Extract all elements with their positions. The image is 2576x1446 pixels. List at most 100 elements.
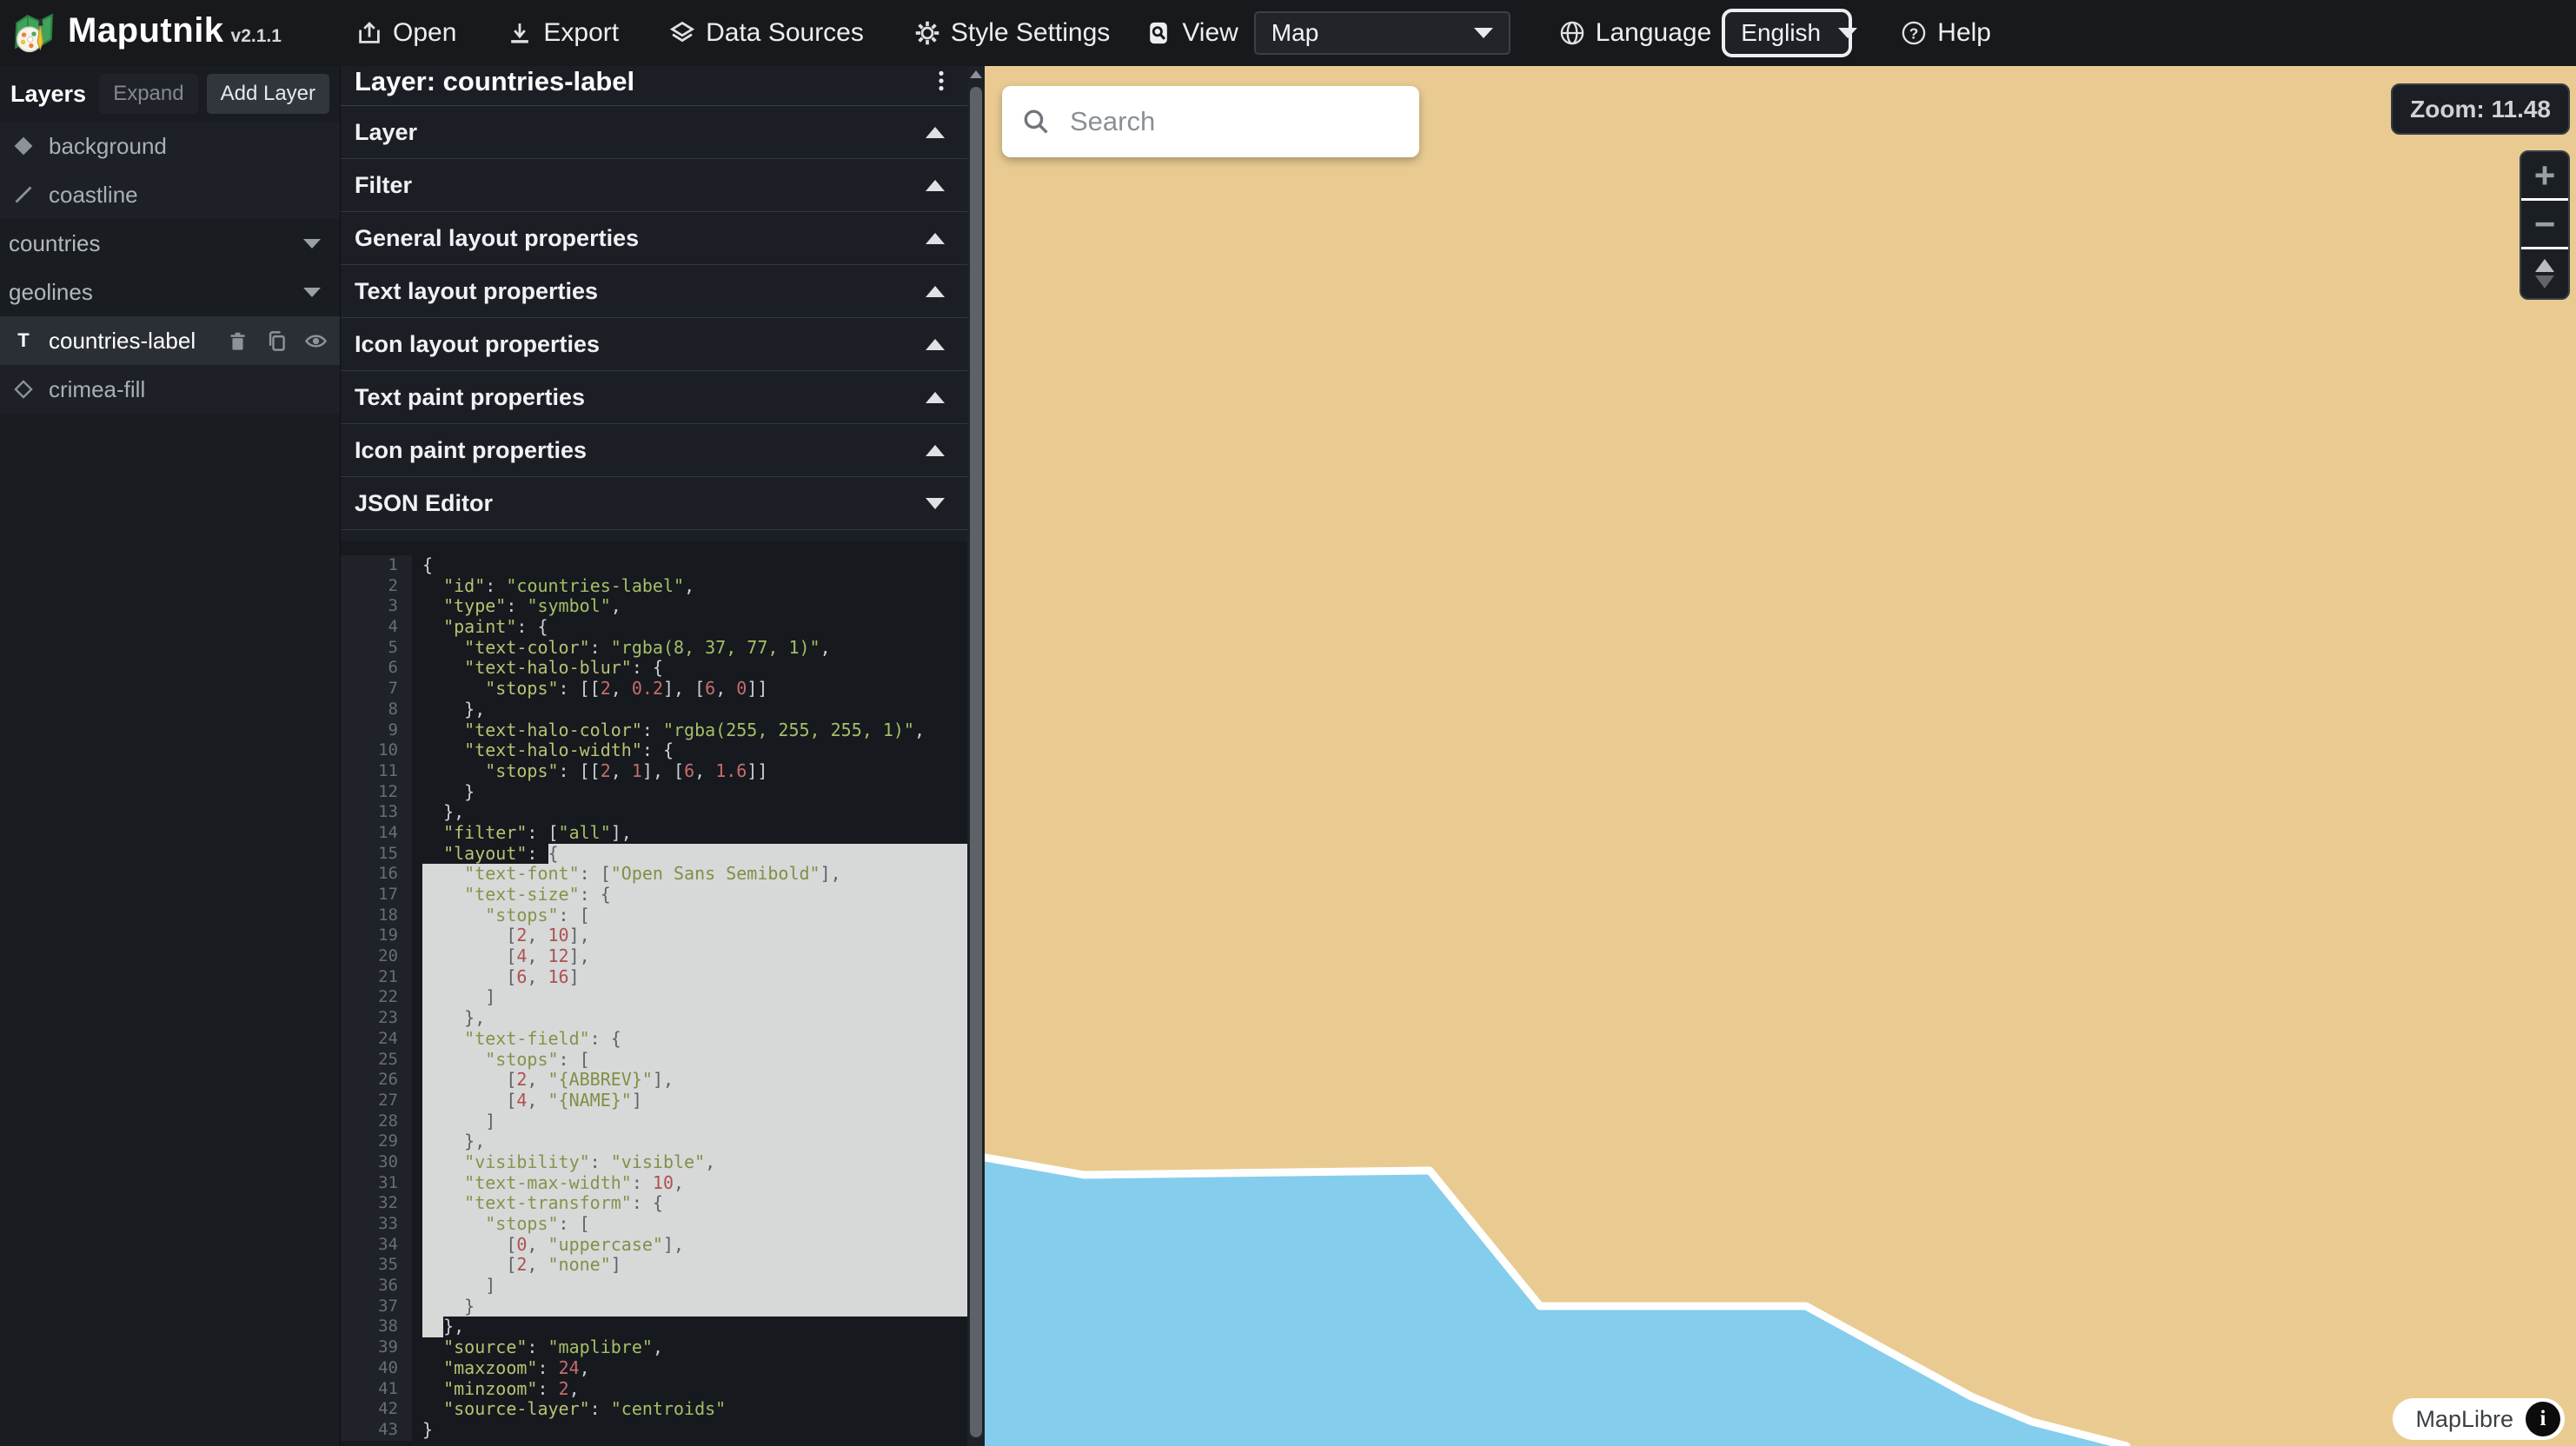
line-number: 28: [341, 1111, 412, 1132]
line-number: 3: [341, 596, 412, 617]
layer-item-coastline[interactable]: coastline: [0, 170, 340, 219]
zoom-in-button[interactable]: +: [2521, 152, 2568, 201]
code-line: 20 [4, 12],: [341, 946, 967, 967]
code-line: 28 ]: [341, 1111, 967, 1132]
code-line: 11 "stops": [[2, 1], [6, 1.6]]: [341, 761, 967, 782]
chevron-down-icon: [303, 239, 321, 249]
line-number: 29: [341, 1131, 412, 1152]
layers-header: Layers Expand Add Layer: [0, 66, 340, 122]
line-number: 36: [341, 1276, 412, 1297]
code-line: 33 "stops": [: [341, 1214, 967, 1235]
line-number: 43: [341, 1420, 412, 1441]
layer-group-label: countries: [9, 230, 303, 257]
code-line: 6 "text-halo-blur": {: [341, 658, 967, 679]
section-layer[interactable]: Layer: [341, 106, 967, 159]
menu-item-data-sources[interactable]: Data Sources: [669, 18, 864, 48]
chevron-up-icon: [926, 127, 945, 138]
layers-sidebar: Layers Expand Add Layer backgroundcoastl…: [0, 66, 341, 1446]
view-icon: [1145, 20, 1172, 46]
code-line: 23 },: [341, 1008, 967, 1029]
search-input[interactable]: [1068, 105, 1400, 138]
layer-item-background[interactable]: background: [0, 122, 340, 170]
map-attribution: MapLibre i: [2393, 1398, 2565, 1440]
svg-text:?: ?: [1909, 24, 1919, 42]
section-label: Layer: [355, 119, 417, 146]
line-number: 33: [341, 1214, 412, 1235]
code-line: 3 "type": "symbol",: [341, 596, 967, 617]
compass-pitch-button[interactable]: [2521, 249, 2568, 298]
map-canvas[interactable]: Zoom: 11.48 + − MapLibre i: [985, 66, 2576, 1446]
code-line: 36 ]: [341, 1276, 967, 1297]
help-item[interactable]: ? Help: [1901, 18, 1991, 48]
line-number: 10: [341, 740, 412, 761]
copy-icon: [265, 329, 289, 353]
json-editor[interactable]: 1{2 "id": "countries-label",3 "type": "s…: [341, 541, 967, 1446]
eye-icon: [304, 329, 328, 353]
section-text-layout-properties[interactable]: Text layout properties: [341, 265, 967, 318]
chevron-up-icon: [926, 339, 945, 350]
chevron-up-icon: [926, 392, 945, 403]
menu-item-style-settings[interactable]: Style Settings: [914, 18, 1110, 48]
code-line: 10 "text-halo-width": {: [341, 740, 967, 761]
view-select[interactable]: Map: [1254, 11, 1510, 55]
section-label: Icon layout properties: [355, 331, 600, 358]
trash-icon: [226, 329, 249, 353]
line-number: 34: [341, 1235, 412, 1256]
layers-title: Layers: [10, 81, 99, 108]
line-number: 31: [341, 1173, 412, 1194]
chevron-up-icon: [926, 286, 945, 297]
zoom-level-badge: Zoom: 11.48: [2391, 83, 2570, 135]
code-line: 24 "text-field": {: [341, 1029, 967, 1050]
menu-item-export[interactable]: Export: [507, 18, 619, 48]
section-json-editor[interactable]: JSON Editor: [341, 477, 967, 530]
delete-layer-button[interactable]: [226, 329, 249, 353]
add-layer-button[interactable]: Add Layer: [207, 74, 329, 114]
search-icon: [1021, 107, 1051, 136]
line-number: 1: [341, 555, 412, 576]
language-select[interactable]: English: [1722, 9, 1852, 57]
section-icon-paint-properties[interactable]: Icon paint properties: [341, 424, 967, 477]
info-icon[interactable]: i: [2526, 1402, 2560, 1436]
code-line: 16 "text-font": ["Open Sans Semibold"],: [341, 864, 967, 885]
layer-menu-button[interactable]: [929, 69, 953, 97]
inspector-header: Layer: countries-label: [341, 66, 967, 106]
brand[interactable]: Maputnik v2.1.1: [0, 11, 261, 55]
duplicate-layer-button[interactable]: [265, 329, 289, 353]
text-icon: T: [12, 329, 35, 352]
menu-item-label: Style Settings: [951, 18, 1110, 48]
section-filter[interactable]: Filter: [341, 159, 967, 212]
code-line: 30 "visibility": "visible",: [341, 1152, 967, 1173]
section-label: Text layout properties: [355, 278, 598, 305]
section-label: General layout properties: [355, 225, 639, 252]
section-text-paint-properties[interactable]: Text paint properties: [341, 371, 967, 424]
code-line: 7 "stops": [[2, 0.2], [6, 0]]: [341, 679, 967, 700]
section-label: JSON Editor: [355, 490, 493, 517]
section-icon-layout-properties[interactable]: Icon layout properties: [341, 318, 967, 371]
toggle-visibility-button[interactable]: [304, 329, 328, 353]
code-line: 26 [2, "{ABBREV}"],: [341, 1070, 967, 1091]
menu-item-label: Open: [393, 18, 456, 48]
line-number: 37: [341, 1297, 412, 1317]
section-label: Text paint properties: [355, 384, 585, 411]
menu-item-label: Export: [543, 18, 619, 48]
line-number: 24: [341, 1029, 412, 1050]
layer-item-crimea-fill[interactable]: crimea-fill: [0, 365, 340, 414]
view-group: View Map: [1145, 11, 1510, 55]
section-general-layout-properties[interactable]: General layout properties: [341, 212, 967, 265]
inspector-scrollbar[interactable]: [967, 66, 985, 1446]
line-number: 22: [341, 987, 412, 1008]
line-number: 35: [341, 1255, 412, 1276]
layer-group-countries[interactable]: countries: [0, 219, 340, 268]
zoom-out-button[interactable]: −: [2521, 201, 2568, 249]
layer-list: backgroundcoastline countries geolinesTcou…: [0, 122, 340, 414]
layer-item-countries-label[interactable]: Tcountries-label: [0, 316, 340, 365]
code-line: 5 "text-color": "rgba(8, 37, 77, 1)",: [341, 638, 967, 659]
layer-group-geolines[interactable]: geolines: [0, 268, 340, 316]
menu-item-open[interactable]: Open: [356, 18, 456, 48]
scrollbar-up-arrow-icon[interactable]: [967, 66, 985, 78]
expand-button[interactable]: Expand: [99, 74, 197, 114]
line-icon: [12, 183, 35, 206]
code-line: 34 [0, "uppercase"],: [341, 1235, 967, 1256]
scrollbar-thumb[interactable]: [970, 87, 982, 1437]
line-number: 23: [341, 1008, 412, 1029]
